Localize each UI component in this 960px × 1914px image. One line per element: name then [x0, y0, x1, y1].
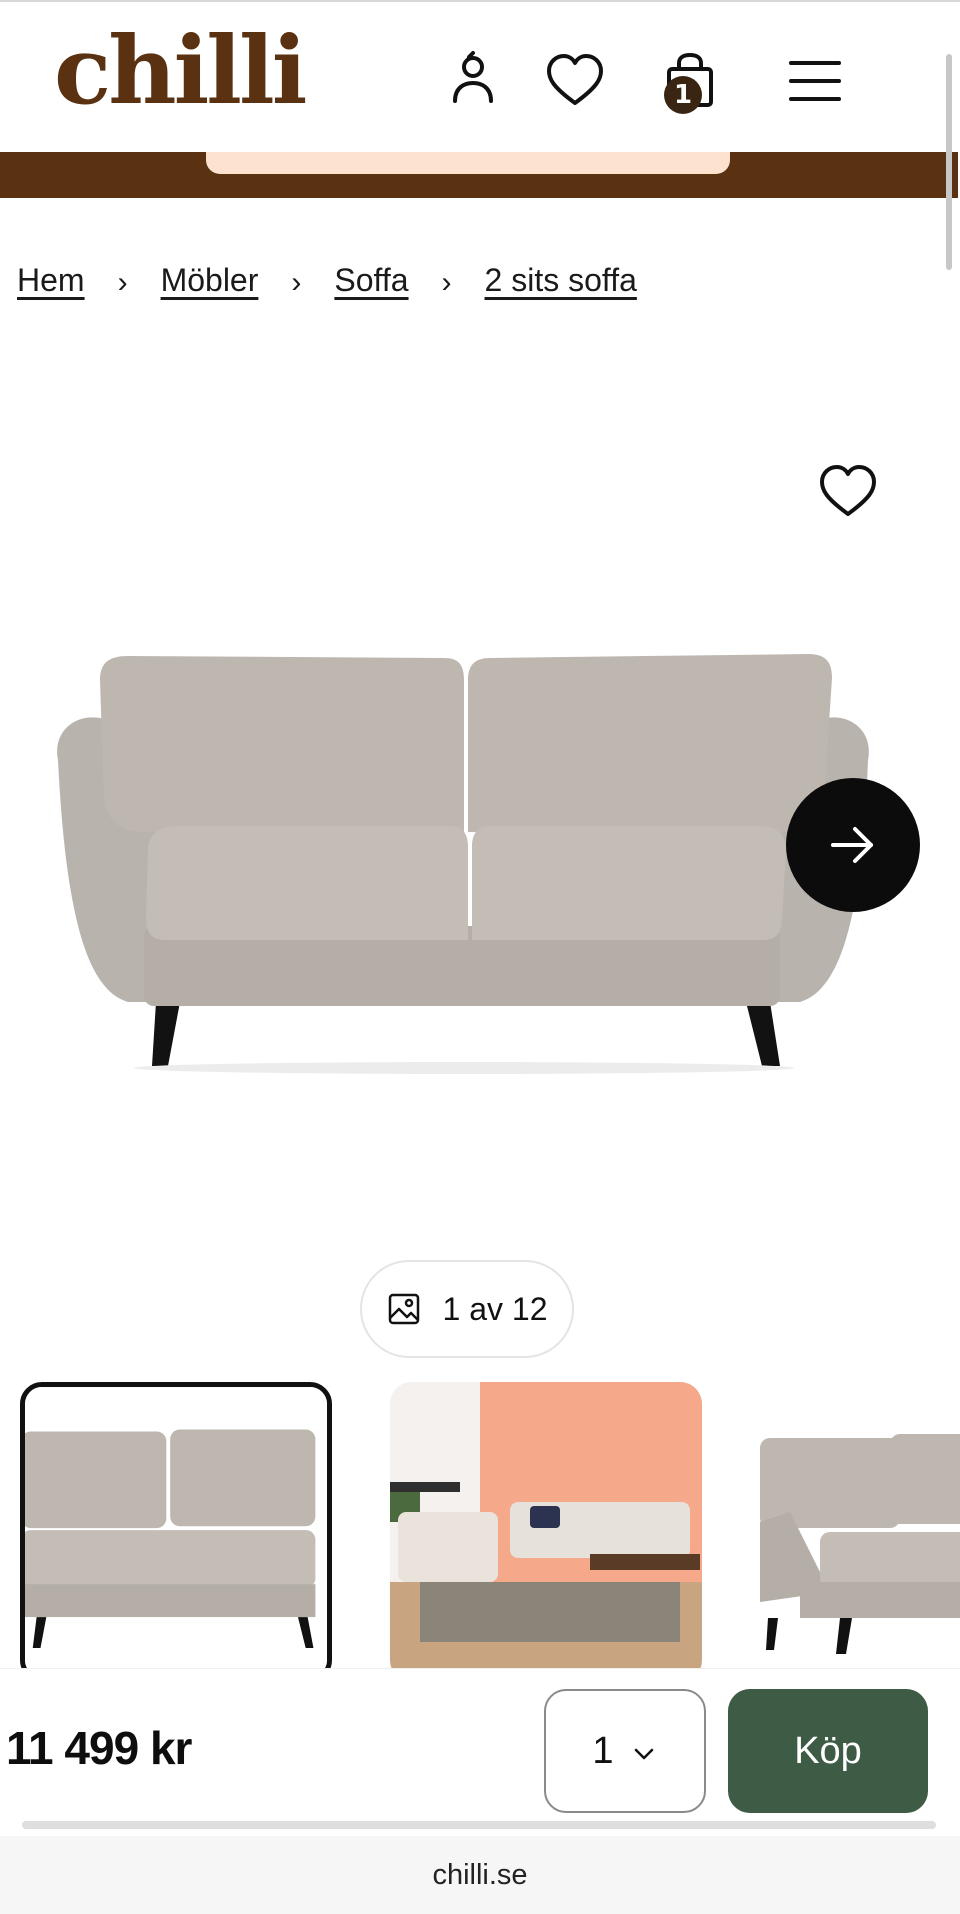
promo-banner-tab[interactable]	[206, 152, 730, 174]
menu-icon[interactable]	[780, 46, 850, 116]
buy-button[interactable]: Köp	[728, 1689, 928, 1813]
image-counter-text: 1 av 12	[442, 1290, 548, 1327]
image-icon	[388, 1293, 419, 1325]
breadcrumb-separator-icon: ›	[441, 265, 452, 299]
favorite-heart-icon[interactable]	[812, 456, 884, 528]
next-image-button[interactable]	[786, 778, 920, 912]
cart-button[interactable]: 1	[654, 46, 724, 116]
sticky-buy-bar: 11 499 kr 1 Köp	[0, 1668, 960, 1836]
image-counter[interactable]: 1 av 12	[360, 1260, 574, 1358]
breadcrumb-separator-icon: ›	[117, 265, 128, 299]
product-price: 11 499 kr	[6, 1722, 192, 1774]
site-header: chilli 1	[0, 0, 960, 152]
chilli-logo[interactable]: chilli	[54, 24, 307, 118]
product-image-carousel[interactable]	[0, 330, 958, 1230]
product-image-sofa	[57, 654, 869, 1074]
breadcrumb-link-soffa[interactable]: Soffa	[334, 262, 408, 299]
browser-url-text: chilli.se	[432, 1858, 528, 1891]
breadcrumb-separator-icon: ›	[291, 265, 302, 299]
breadcrumb: Hem › Möbler › Soffa › 2 sits soffa	[17, 262, 637, 299]
quantity-value: 1	[592, 1729, 614, 1772]
chevron-down-icon	[634, 1748, 653, 1760]
thumbnail-item[interactable]	[390, 1382, 702, 1672]
account-icon[interactable]	[438, 46, 508, 116]
arrow-right-icon	[831, 827, 873, 863]
heart-icon[interactable]	[540, 46, 610, 116]
quantity-select[interactable]: 1	[544, 1689, 706, 1813]
breadcrumb-link-mobler[interactable]: Möbler	[161, 262, 259, 299]
thumbnail-strip[interactable]	[0, 1382, 960, 1672]
cart-count-badge: 1	[664, 76, 702, 114]
breadcrumb-link-2-sits-soffa[interactable]: 2 sits soffa	[485, 262, 637, 299]
breadcrumb-link-hem[interactable]: Hem	[17, 262, 85, 299]
bottom-scroll-indicator	[22, 1821, 936, 1829]
page-scrollbar[interactable]	[946, 54, 952, 270]
browser-address-bar[interactable]: chilli.se	[0, 1836, 960, 1914]
thumbnail-item[interactable]	[760, 1382, 960, 1672]
thumbnail-item[interactable]	[20, 1382, 332, 1672]
